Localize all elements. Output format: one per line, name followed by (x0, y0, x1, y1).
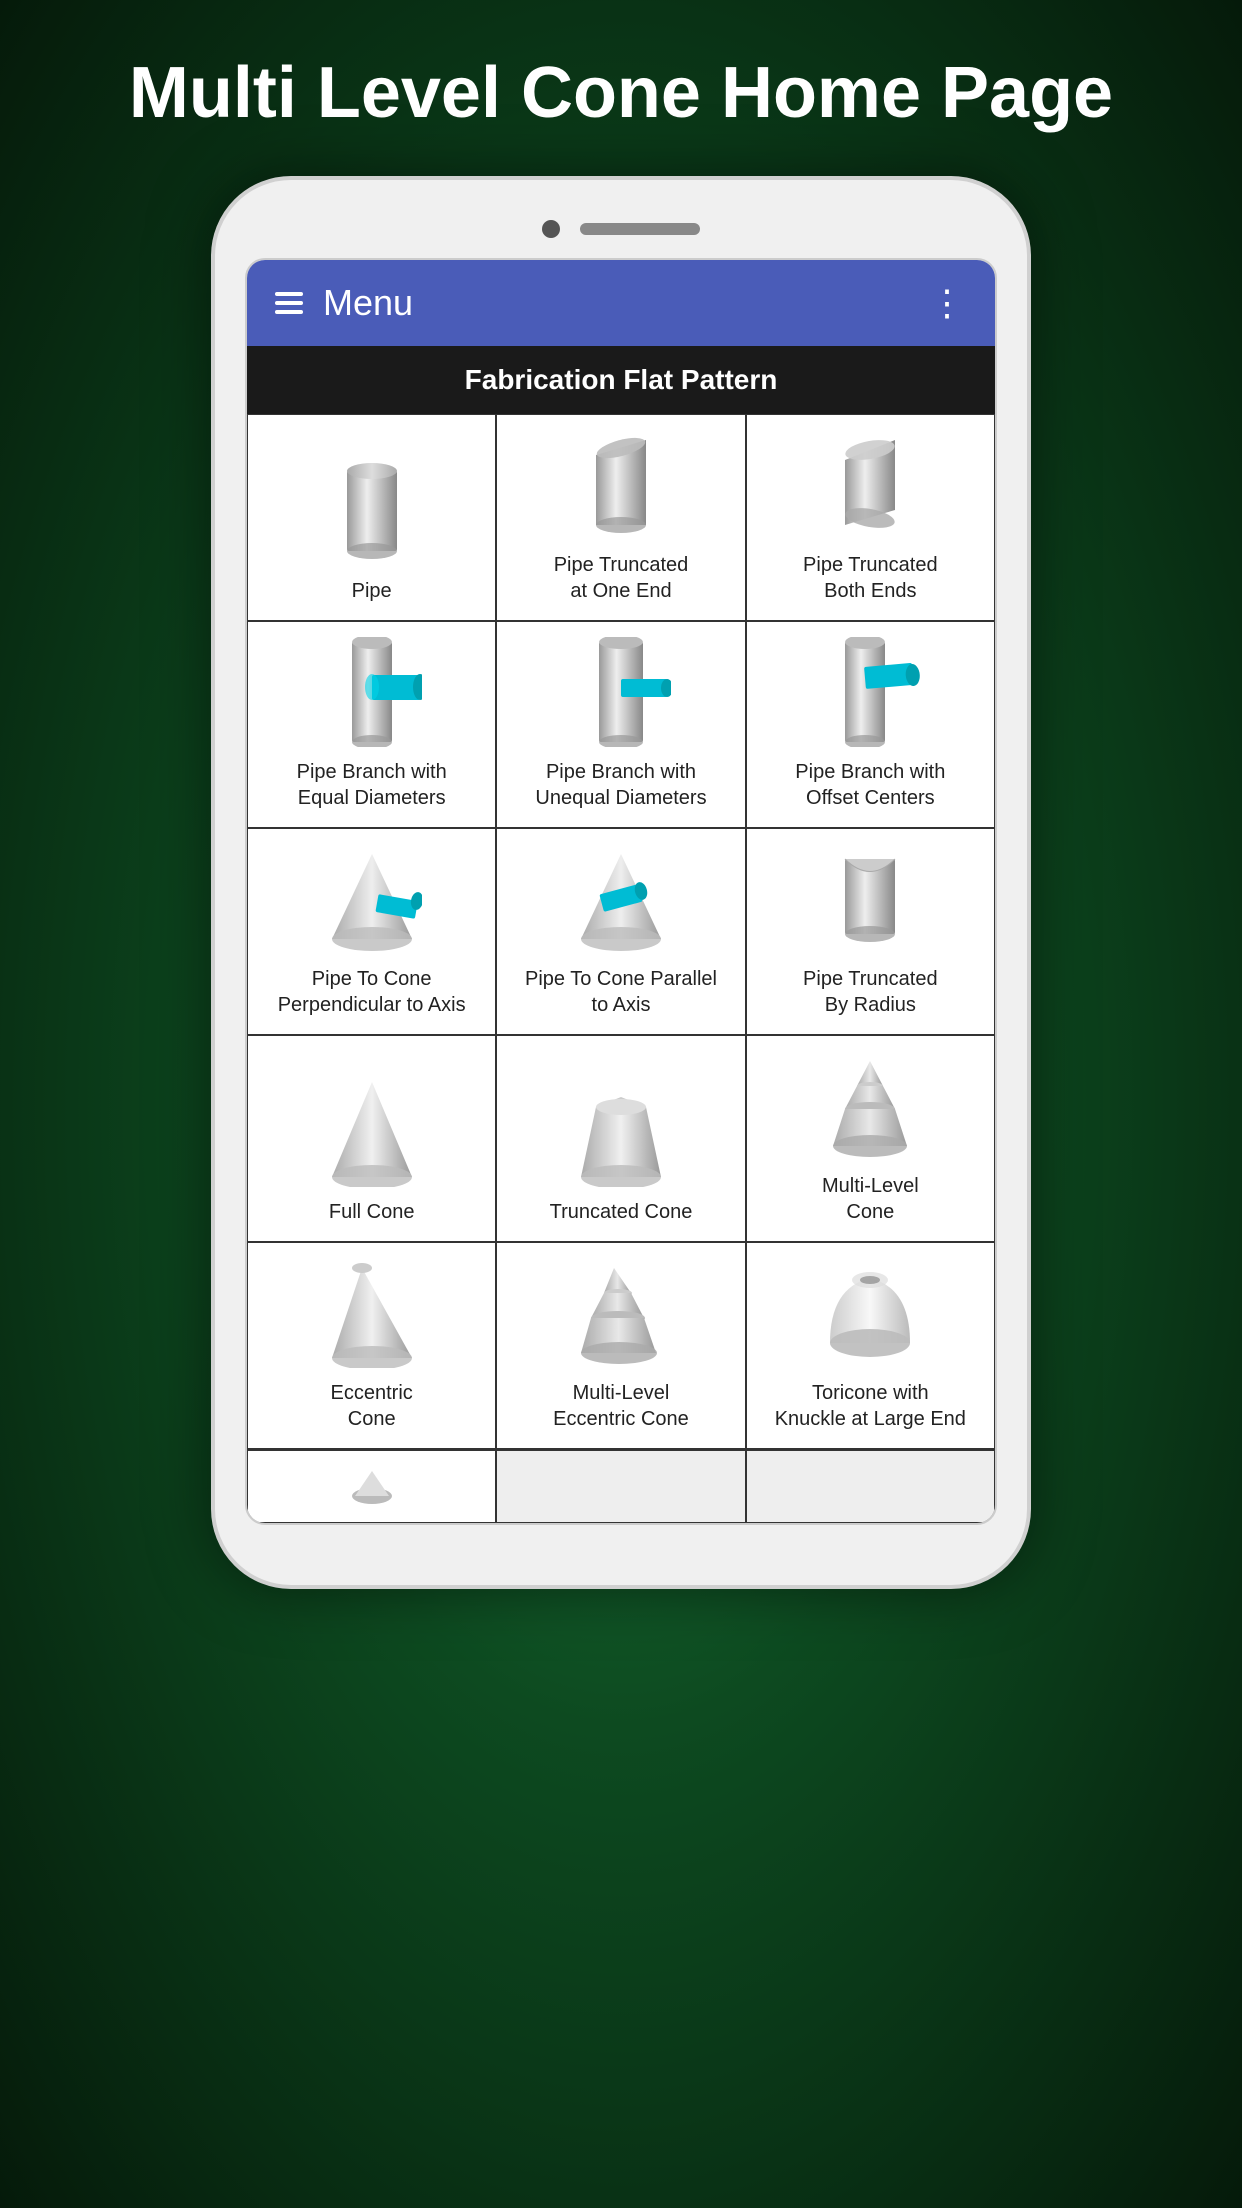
pipe-truncated-both-icon (815, 430, 925, 540)
grid-item-pipe[interactable]: Pipe (247, 414, 496, 621)
grid-item-eccentric-cone[interactable]: EccentricCone (247, 1242, 496, 1449)
grid-item-toricone[interactable]: Toricone withKnuckle at Large End (746, 1242, 995, 1449)
grid-item-full-cone[interactable]: Full Cone (247, 1035, 496, 1242)
pipe-truncated-one-label: Pipe Truncatedat One End (554, 552, 689, 604)
eccentric-cone-icon (317, 1258, 427, 1368)
pipe-icon (317, 456, 427, 566)
grid-container-partial (247, 1449, 995, 1523)
menu-label: Menu (323, 282, 413, 324)
grid-item-pipe-to-cone-parallel[interactable]: Pipe To Cone Parallelto Axis (496, 828, 745, 1035)
app-header: Menu ⋮ (247, 260, 995, 346)
pipe-to-cone-parallel-icon (566, 844, 676, 954)
truncated-cone-label: Truncated Cone (550, 1199, 693, 1225)
grid-item-pipe-truncated-both[interactable]: Pipe TruncatedBoth Ends (746, 414, 995, 621)
pipe-branch-unequal-icon (566, 637, 676, 747)
pipe-branch-equal-icon (317, 637, 427, 747)
grid-item-pipe-truncated-radius[interactable]: Pipe TruncatedBy Radius (746, 828, 995, 1035)
truncated-cone-icon (566, 1077, 676, 1187)
page-title: Multi Level Cone Home Page (49, 0, 1193, 176)
full-cone-icon (317, 1077, 427, 1187)
grid-item-pipe-truncated-one[interactable]: Pipe Truncatedat One End (496, 414, 745, 621)
phone-frame: Menu ⋮ Fabrication Flat Pattern (211, 176, 1031, 1589)
pipe-branch-equal-label: Pipe Branch withEqual Diameters (297, 759, 447, 811)
pipe-label: Pipe (352, 578, 392, 604)
pipe-branch-unequal-label: Pipe Branch withUnequal Diameters (535, 759, 706, 811)
grid-item-truncated-cone[interactable]: Truncated Cone (496, 1035, 745, 1242)
pipe-to-cone-parallel-label: Pipe To Cone Parallelto Axis (525, 966, 717, 1018)
pipe-to-cone-perp-icon (317, 844, 427, 954)
full-cone-label: Full Cone (329, 1199, 415, 1225)
hamburger-icon[interactable] (275, 292, 303, 314)
pipe-truncated-both-label: Pipe TruncatedBoth Ends (803, 552, 938, 604)
multi-level-eccentric-cone-icon (566, 1258, 676, 1368)
partial-icon-1 (347, 1466, 397, 1506)
speaker (580, 223, 700, 235)
pipe-truncated-radius-icon (815, 844, 925, 954)
grid-item-partial-3 (746, 1450, 995, 1523)
grid-item-multi-level-eccentric-cone[interactable]: Multi-LevelEccentric Cone (496, 1242, 745, 1449)
grid-item-partial-2 (496, 1450, 745, 1523)
grid-item-pipe-to-cone-perp[interactable]: Pipe To ConePerpendicular to Axis (247, 828, 496, 1035)
pipe-branch-offset-icon (815, 637, 925, 747)
phone-screen: Menu ⋮ Fabrication Flat Pattern (245, 258, 997, 1525)
grid-item-multi-level-cone[interactable]: Multi-LevelCone (746, 1035, 995, 1242)
grid-container: Pipe (247, 414, 995, 1449)
section-header: Fabrication Flat Pattern (247, 346, 995, 414)
pipe-truncated-one-icon (566, 430, 676, 540)
pipe-truncated-radius-label: Pipe TruncatedBy Radius (803, 966, 938, 1018)
multi-level-eccentric-cone-label: Multi-LevelEccentric Cone (553, 1380, 689, 1432)
multi-level-cone-label: Multi-LevelCone (822, 1173, 919, 1225)
toricone-label: Toricone withKnuckle at Large End (775, 1380, 966, 1432)
pipe-to-cone-perp-label: Pipe To ConePerpendicular to Axis (278, 966, 466, 1018)
header-left: Menu (275, 282, 413, 324)
multi-level-cone-icon (815, 1051, 925, 1161)
grid-item-pipe-branch-unequal[interactable]: Pipe Branch withUnequal Diameters (496, 621, 745, 828)
toricone-icon (815, 1258, 925, 1368)
pipe-branch-offset-label: Pipe Branch withOffset Centers (795, 759, 945, 811)
grid-item-partial-1[interactable] (247, 1450, 496, 1523)
camera-icon (542, 220, 560, 238)
grid-item-pipe-branch-equal[interactable]: Pipe Branch withEqual Diameters (247, 621, 496, 828)
grid-item-pipe-branch-offset[interactable]: Pipe Branch withOffset Centers (746, 621, 995, 828)
more-options-icon[interactable]: ⋮ (929, 282, 967, 324)
phone-top-bar (245, 220, 997, 238)
eccentric-cone-label: EccentricCone (331, 1380, 413, 1432)
